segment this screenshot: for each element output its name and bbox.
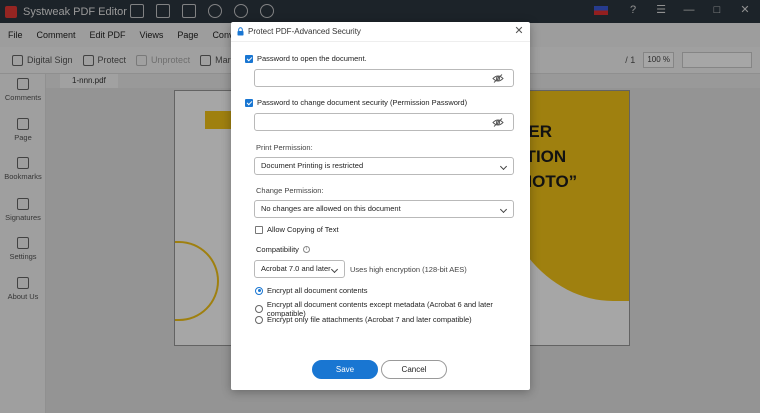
cancel-button[interactable]: Cancel	[381, 360, 447, 379]
open-password-option: Password to open the document.	[245, 54, 367, 63]
dialog-header: Protect PDF-Advanced Security ✕	[231, 22, 530, 42]
permission-password-label: Password to change document security (Pe…	[257, 98, 468, 107]
permission-password-field	[254, 113, 514, 131]
open-password-label: Password to open the document.	[257, 54, 367, 63]
print-permission-value: Document Printing is restricted	[261, 161, 364, 170]
change-permission-label: Change Permission:	[256, 186, 324, 195]
eye-slash-icon[interactable]	[492, 118, 504, 127]
compatibility-select[interactable]: Acrobat 7.0 and later	[254, 260, 345, 278]
lock-icon	[237, 27, 244, 36]
compatibility-label: Compatibility	[256, 245, 299, 254]
encrypt-except-metadata-radio[interactable]	[255, 305, 263, 313]
save-button[interactable]: Save	[312, 360, 378, 379]
encrypt-all-radio[interactable]	[255, 286, 263, 295]
encryption-note: Uses high encryption (128-bit AES)	[350, 265, 467, 274]
permission-password-option: Password to change document security (Pe…	[245, 98, 467, 107]
print-permission-select[interactable]: Document Printing is restricted	[254, 157, 514, 175]
print-permission-label: Print Permission:	[256, 143, 313, 152]
dialog-title: Protect PDF-Advanced Security	[248, 27, 361, 36]
chevron-down-icon	[330, 265, 339, 274]
open-password-checkbox[interactable]	[245, 54, 253, 63]
permission-password-input[interactable]	[255, 114, 485, 130]
chevron-down-icon	[499, 162, 508, 171]
change-permission-value: No changes are allowed on this document	[261, 204, 401, 213]
compatibility-value: Acrobat 7.0 and later	[261, 264, 331, 273]
open-password-field	[254, 69, 514, 87]
allow-copy-checkbox[interactable]	[255, 225, 263, 234]
change-permission-select[interactable]: No changes are allowed on this document	[254, 200, 514, 218]
encrypt-option-attachments[interactable]: Encrypt only file attachments (Acrobat 7…	[255, 315, 472, 324]
eye-slash-icon[interactable]	[492, 74, 504, 83]
compatibility-heading: Compatibility i	[256, 245, 310, 254]
close-icon[interactable]: ✕	[513, 25, 525, 37]
open-password-input[interactable]	[255, 70, 485, 86]
encrypt-option-all[interactable]: Encrypt all document contents	[255, 286, 367, 295]
permission-password-checkbox[interactable]	[245, 98, 253, 107]
allow-copy-label: Allow Copying of Text	[267, 225, 339, 234]
encrypt-option-label: Encrypt all document contents	[267, 286, 368, 295]
protect-pdf-dialog: Protect PDF-Advanced Security ✕ Password…	[231, 22, 530, 390]
info-icon[interactable]: i	[302, 246, 310, 253]
encrypt-option-label: Encrypt only file attachments (Acrobat 7…	[267, 315, 472, 324]
chevron-down-icon	[499, 205, 508, 214]
encrypt-attachments-radio[interactable]	[255, 315, 263, 324]
allow-copy-option: Allow Copying of Text	[255, 225, 339, 234]
